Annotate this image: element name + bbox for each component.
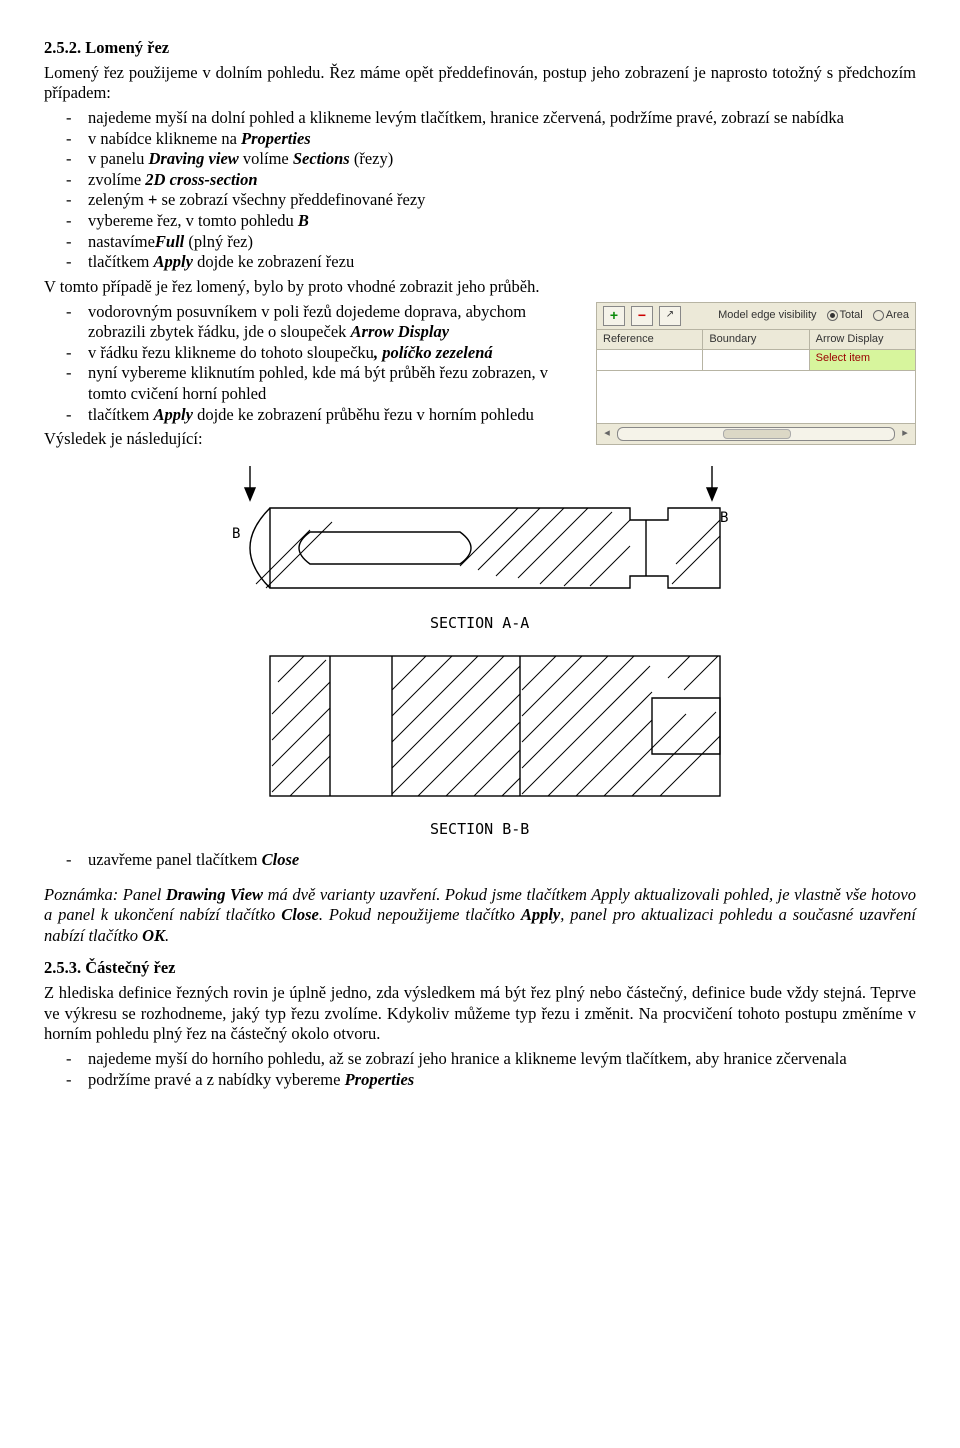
arrow-b-right-label: B: [720, 510, 728, 526]
close-step-list: uzavřeme panel tlačítkem Close: [44, 850, 916, 871]
steps-list-2: vodorovným posuvníkem v poli řezů dojede…: [44, 302, 916, 426]
scroll-right-icon[interactable]: ▸: [901, 427, 909, 441]
step-item: nyní vybereme kliknutím pohled, kde má b…: [88, 363, 916, 404]
step-item: tlačítkem Apply dojde ke zobrazení průbě…: [88, 405, 916, 426]
panel-scrollbar[interactable]: ◂ ▸: [596, 424, 916, 445]
step-item: vodorovným posuvníkem v poli řezů dojede…: [88, 302, 916, 343]
scroll-left-icon[interactable]: ◂: [603, 427, 611, 441]
step-item: najedeme myší do horního pohledu, až se …: [88, 1049, 916, 1070]
steps-list-3: najedeme myší do horního pohledu, až se …: [44, 1049, 916, 1090]
step-item: podržíme pravé a z nabídky vybereme Prop…: [88, 1070, 916, 1091]
heading-2-5-3: 2.5.3. Částečný řez: [44, 958, 916, 979]
sentence-paragraph: V tomto případě je řez lomený, bylo by p…: [44, 277, 916, 298]
intro-paragraph: Lomený řez použijeme v dolním pohledu. Ř…: [44, 63, 916, 104]
scroll-track[interactable]: [617, 427, 895, 441]
section-b-b-label: SECTION B-B: [430, 820, 529, 838]
step-item: uzavřeme panel tlačítkem Close: [88, 850, 916, 871]
note-paragraph: Poznámka: Panel Drawing View má dvě vari…: [44, 885, 916, 947]
paragraph-2-5-3: Z hlediska definice řezných rovin je úpl…: [44, 983, 916, 1045]
technical-drawing: B B: [160, 466, 800, 846]
arrow-b-left-label: B: [232, 526, 240, 542]
heading-2-5-2: 2.5.2. Lomený řez: [44, 38, 916, 59]
step-item: vybereme řez, v tomto pohledu B: [88, 211, 916, 232]
steps-list-1: najedeme myší na dolní pohled a klikneme…: [44, 108, 916, 273]
step-item: najedeme myší na dolní pohled a klikneme…: [88, 108, 916, 129]
step-item: zvolíme 2D cross-section: [88, 170, 916, 191]
step-item: v panelu Draving view volíme Sections (ř…: [88, 149, 916, 170]
step-item: tlačítkem Apply dojde ke zobrazení řezu: [88, 252, 916, 273]
step-item: v nabídce klikneme na Properties: [88, 129, 916, 150]
section-a-a-label: SECTION A-A: [430, 614, 529, 632]
step-item: nastavímeFull (plný řez): [88, 232, 916, 253]
step-item: v řádku řezu klikneme do tohoto sloupečk…: [88, 343, 916, 364]
step-item: zeleným + se zobrazí všechny předdefinov…: [88, 190, 916, 211]
